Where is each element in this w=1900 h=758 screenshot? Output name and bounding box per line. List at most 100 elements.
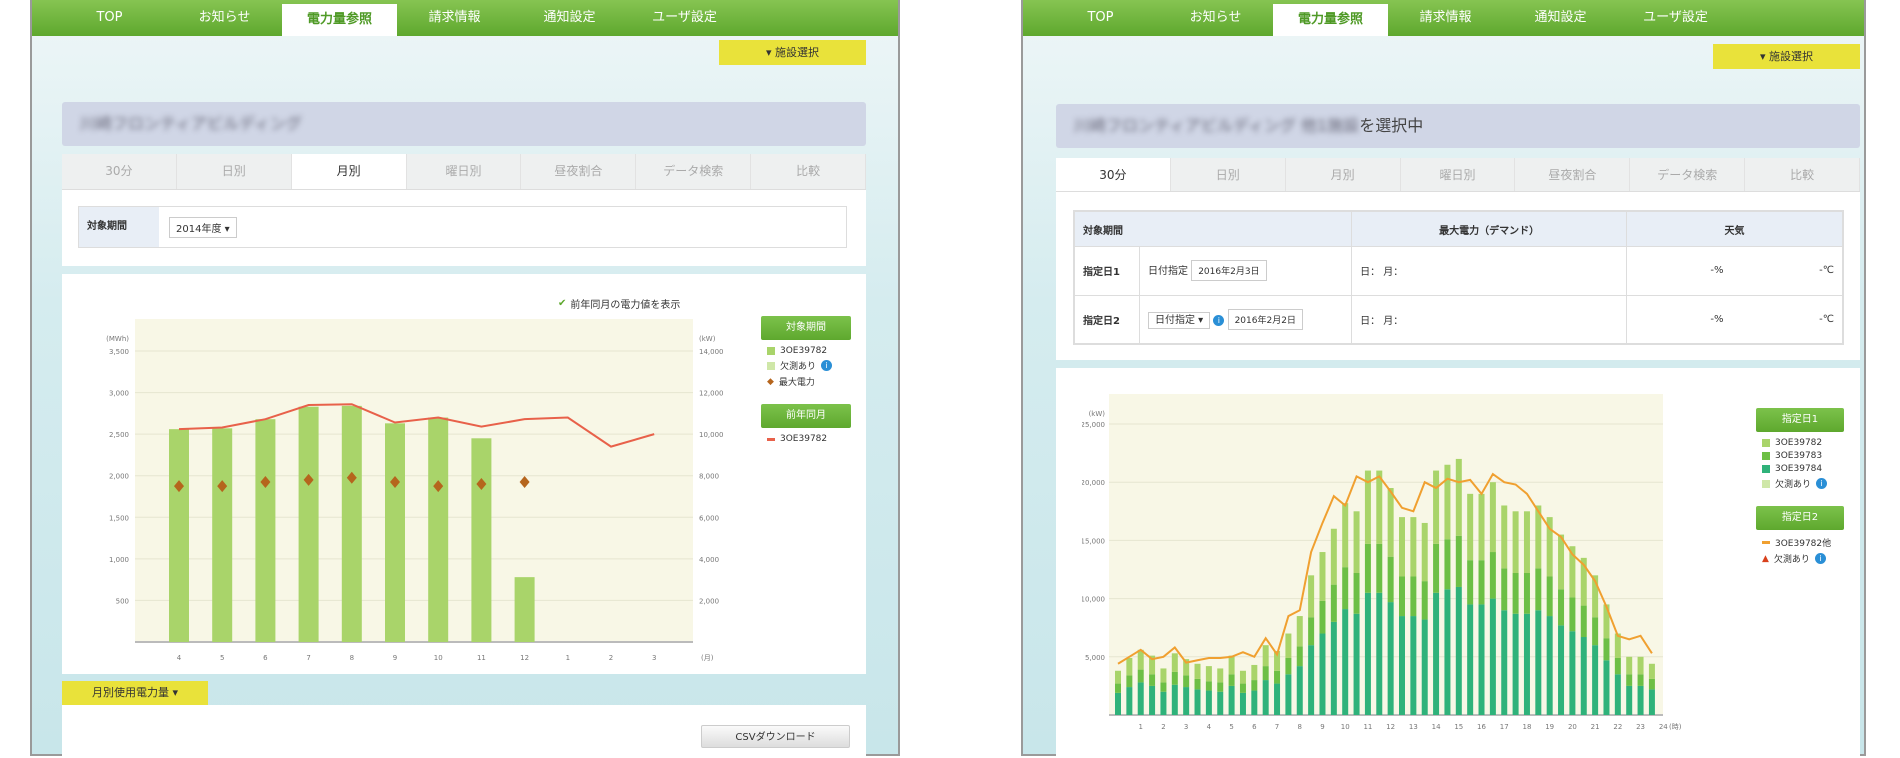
tab-4[interactable]: 昼夜割合 bbox=[1515, 158, 1631, 191]
bar-segment bbox=[1194, 678, 1201, 690]
x-tick-label: 8 bbox=[1298, 723, 1302, 731]
bar-segment bbox=[1512, 572, 1519, 614]
y-tick-label: 10,000 bbox=[1082, 596, 1105, 604]
bar-segment bbox=[1376, 470, 1383, 544]
bar-segment bbox=[1330, 584, 1337, 622]
bar-segment bbox=[1501, 505, 1508, 569]
nav-item-2[interactable]: 電力量参照 bbox=[1273, 4, 1388, 36]
date-input[interactable]: 2016年2月2日 bbox=[1227, 308, 1303, 330]
tab-0[interactable]: 30分 bbox=[62, 154, 177, 189]
y2-tick-label: 10,000 bbox=[699, 431, 724, 439]
nav-item-2[interactable]: 電力量参照 bbox=[282, 4, 397, 36]
tab-1[interactable]: 日別 bbox=[177, 154, 292, 189]
bar-segment bbox=[1569, 597, 1576, 632]
csv-download-button[interactable]: CSVダウンロード bbox=[701, 725, 850, 748]
view-tabs: 30分 日別 月別 曜日別 昼夜割合 データ検索 比較 bbox=[1056, 158, 1861, 192]
nav-item-4[interactable]: 通知設定 bbox=[1503, 0, 1618, 36]
x-tick-label: 10 bbox=[1341, 723, 1350, 731]
bar bbox=[471, 438, 492, 642]
date-mode-select[interactable]: 日付指定 ▾ bbox=[1148, 311, 1211, 329]
bar-segment bbox=[1455, 586, 1462, 715]
bar-segment bbox=[1523, 613, 1530, 715]
bar-segment bbox=[1262, 645, 1269, 667]
bar-segment bbox=[1637, 656, 1644, 675]
nav-item-4[interactable]: 通知設定 bbox=[512, 0, 627, 36]
facility-select-button[interactable]: ▾ 施設選択 bbox=[719, 40, 866, 65]
nav-item-3[interactable]: 請求情報 bbox=[397, 0, 512, 36]
x-tick-label: 4 bbox=[1207, 723, 1212, 731]
y2-tick-label: 14,000 bbox=[699, 348, 724, 356]
tab-0[interactable]: 30分 bbox=[1056, 158, 1171, 191]
y2-tick-label: 8,000 bbox=[699, 473, 719, 481]
nav-item-5[interactable]: ユーザ設定 bbox=[1618, 0, 1733, 36]
bar-segment bbox=[1171, 671, 1178, 685]
tab-4[interactable]: 昼夜割合 bbox=[521, 154, 637, 189]
bar-segment bbox=[1217, 668, 1224, 683]
x-tick-label: 17 bbox=[1500, 723, 1509, 731]
bar-segment bbox=[1217, 691, 1224, 715]
tab-5[interactable]: データ検索 bbox=[636, 154, 752, 189]
nav-item-0[interactable]: TOP bbox=[1043, 0, 1158, 36]
bar-segment bbox=[1319, 600, 1326, 634]
bar-segment bbox=[1399, 616, 1405, 715]
info-icon[interactable]: i bbox=[1816, 478, 1828, 489]
tab-6[interactable]: 比較 bbox=[1745, 158, 1861, 191]
bar-segment bbox=[1637, 674, 1644, 686]
bar-segment bbox=[1205, 666, 1212, 682]
nav-item-5[interactable]: ユーザ設定 bbox=[627, 0, 742, 36]
bar-segment bbox=[1467, 604, 1474, 715]
bar-segment bbox=[1535, 610, 1542, 715]
bar-segment bbox=[1580, 605, 1587, 638]
legend-item: ▲ 欠測あり i bbox=[1762, 552, 1838, 565]
y-tick-label: 1,000 bbox=[109, 556, 129, 564]
half-hour-chart: 5,00010,00015,00020,00025,000(kW)1 2 3 4 5 6 7… bbox=[1082, 394, 1682, 731]
facility-select-button[interactable]: ▾ 施設選択 bbox=[1713, 44, 1860, 69]
period-select[interactable]: 2014年度 ▾ bbox=[169, 216, 237, 238]
tab-3[interactable]: 曜日別 bbox=[407, 154, 522, 189]
tab-2[interactable]: 月別 bbox=[291, 154, 407, 189]
nav-item-1[interactable]: お知らせ bbox=[167, 0, 282, 36]
x-tick-label: 5 bbox=[1229, 723, 1233, 731]
bar-segment bbox=[1239, 683, 1246, 693]
bar-segment bbox=[1239, 692, 1246, 715]
row-label: 指定日1 bbox=[1074, 246, 1140, 296]
bar-segment bbox=[1160, 691, 1167, 715]
bar-segment bbox=[1149, 674, 1156, 686]
info-icon[interactable]: i bbox=[821, 360, 833, 371]
x-tick-label: 8 bbox=[350, 654, 354, 662]
bar-segment bbox=[1126, 657, 1133, 676]
bar-segment bbox=[1319, 552, 1326, 601]
bar-segment bbox=[1637, 685, 1644, 715]
tab-2[interactable]: 月別 bbox=[1286, 158, 1401, 191]
bar-segment bbox=[1399, 576, 1405, 617]
x-tick-label: 12 bbox=[520, 654, 529, 662]
tab-6[interactable]: 比較 bbox=[751, 154, 867, 189]
bar-segment bbox=[1296, 616, 1303, 647]
date-input[interactable]: 2016年2月3日 bbox=[1191, 260, 1267, 282]
bar-segment bbox=[1421, 619, 1428, 715]
bar-segment bbox=[1626, 656, 1633, 675]
x-tick-label: 22 bbox=[1613, 723, 1622, 731]
bar-segment bbox=[1342, 503, 1349, 568]
y2-tick-label: 2,000 bbox=[699, 597, 719, 605]
y-tick-label: 5,000 bbox=[1085, 654, 1105, 662]
y2-tick-label: 6,000 bbox=[699, 514, 719, 522]
info-icon[interactable]: i bbox=[1814, 553, 1826, 564]
info-icon[interactable]: i bbox=[1213, 314, 1225, 326]
bar-segment bbox=[1467, 560, 1474, 605]
x-tick-label: 18 bbox=[1522, 723, 1531, 731]
monthly-usage-section-toggle[interactable]: 月別使用電力量 ▾ bbox=[62, 681, 208, 705]
tab-3[interactable]: 曜日別 bbox=[1401, 158, 1516, 191]
legend-group-target: 対象期間 bbox=[761, 316, 851, 340]
nav-item-3[interactable]: 請求情報 bbox=[1388, 0, 1503, 36]
bar-segment bbox=[1603, 638, 1610, 661]
bar bbox=[428, 417, 449, 642]
nav-item-1[interactable]: お知らせ bbox=[1158, 0, 1273, 36]
x-tick-label: 15 bbox=[1454, 723, 1463, 731]
nav-item-0[interactable]: TOP bbox=[52, 0, 167, 36]
bar-segment bbox=[1376, 592, 1383, 715]
tab-5[interactable]: データ検索 bbox=[1630, 158, 1746, 191]
bar-segment bbox=[1183, 687, 1190, 715]
tab-1[interactable]: 日別 bbox=[1171, 158, 1286, 191]
bar-segment bbox=[1274, 670, 1281, 684]
